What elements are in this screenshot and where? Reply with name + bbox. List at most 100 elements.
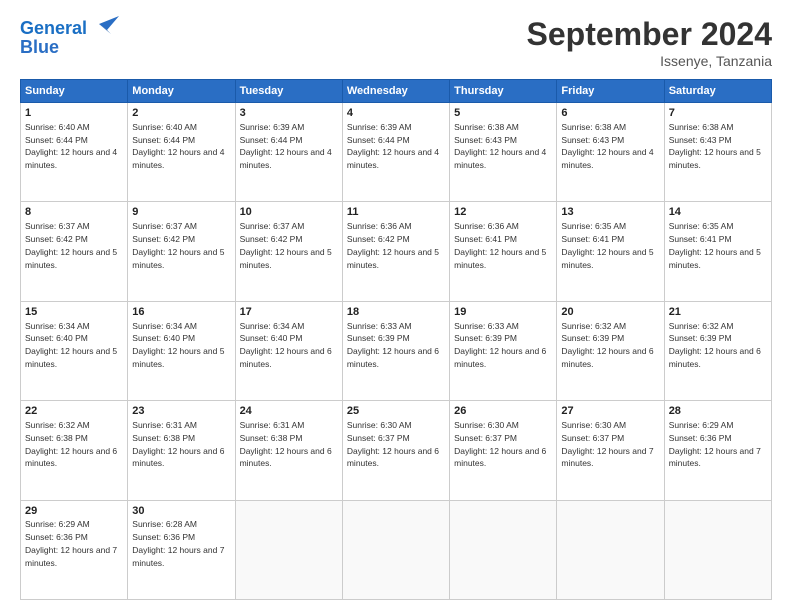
- col-header-friday: Friday: [557, 80, 664, 103]
- week-row-1: 1Sunrise: 6:40 AMSunset: 6:44 PMDaylight…: [21, 103, 772, 202]
- day-number: 19: [454, 305, 552, 320]
- col-header-sunday: Sunday: [21, 80, 128, 103]
- day-info: Sunrise: 6:37 AMSunset: 6:42 PMDaylight:…: [25, 221, 117, 269]
- day-info: Sunrise: 6:38 AMSunset: 6:43 PMDaylight:…: [561, 122, 653, 170]
- month-title: September 2024: [527, 16, 772, 53]
- logo-text: General: [20, 19, 87, 39]
- calendar-cell: 20Sunrise: 6:32 AMSunset: 6:39 PMDayligh…: [557, 301, 664, 400]
- week-row-5: 29Sunrise: 6:29 AMSunset: 6:36 PMDayligh…: [21, 500, 772, 599]
- day-number: 18: [347, 305, 445, 320]
- calendar-cell: 26Sunrise: 6:30 AMSunset: 6:37 PMDayligh…: [450, 401, 557, 500]
- day-number: 23: [132, 404, 230, 419]
- calendar-cell: 3Sunrise: 6:39 AMSunset: 6:44 PMDaylight…: [235, 103, 342, 202]
- calendar-cell: 15Sunrise: 6:34 AMSunset: 6:40 PMDayligh…: [21, 301, 128, 400]
- calendar-cell: 10Sunrise: 6:37 AMSunset: 6:42 PMDayligh…: [235, 202, 342, 301]
- day-info: Sunrise: 6:39 AMSunset: 6:44 PMDaylight:…: [240, 122, 332, 170]
- page: General Blue September 2024 Issenye, Tan…: [0, 0, 792, 612]
- calendar-cell: 9Sunrise: 6:37 AMSunset: 6:42 PMDaylight…: [128, 202, 235, 301]
- day-number: 10: [240, 205, 338, 220]
- calendar-cell: 5Sunrise: 6:38 AMSunset: 6:43 PMDaylight…: [450, 103, 557, 202]
- calendar-cell: 16Sunrise: 6:34 AMSunset: 6:40 PMDayligh…: [128, 301, 235, 400]
- calendar-cell: 28Sunrise: 6:29 AMSunset: 6:36 PMDayligh…: [664, 401, 771, 500]
- calendar-cell: [664, 500, 771, 599]
- location: Issenye, Tanzania: [527, 53, 772, 69]
- calendar-cell: 2Sunrise: 6:40 AMSunset: 6:44 PMDaylight…: [128, 103, 235, 202]
- day-number: 26: [454, 404, 552, 419]
- day-info: Sunrise: 6:38 AMSunset: 6:43 PMDaylight:…: [669, 122, 761, 170]
- day-number: 24: [240, 404, 338, 419]
- calendar-cell: [342, 500, 449, 599]
- logo-bird-icon: [89, 16, 119, 42]
- day-info: Sunrise: 6:40 AMSunset: 6:44 PMDaylight:…: [132, 122, 224, 170]
- calendar-cell: 30Sunrise: 6:28 AMSunset: 6:36 PMDayligh…: [128, 500, 235, 599]
- calendar-cell: 4Sunrise: 6:39 AMSunset: 6:44 PMDaylight…: [342, 103, 449, 202]
- day-number: 4: [347, 106, 445, 121]
- day-info: Sunrise: 6:40 AMSunset: 6:44 PMDaylight:…: [25, 122, 117, 170]
- calendar-cell: 17Sunrise: 6:34 AMSunset: 6:40 PMDayligh…: [235, 301, 342, 400]
- day-info: Sunrise: 6:35 AMSunset: 6:41 PMDaylight:…: [561, 221, 653, 269]
- day-number: 21: [669, 305, 767, 320]
- calendar-cell: 11Sunrise: 6:36 AMSunset: 6:42 PMDayligh…: [342, 202, 449, 301]
- day-info: Sunrise: 6:30 AMSunset: 6:37 PMDaylight:…: [347, 420, 439, 468]
- calendar-cell: [450, 500, 557, 599]
- day-number: 3: [240, 106, 338, 121]
- day-info: Sunrise: 6:30 AMSunset: 6:37 PMDaylight:…: [454, 420, 546, 468]
- calendar-cell: 12Sunrise: 6:36 AMSunset: 6:41 PMDayligh…: [450, 202, 557, 301]
- calendar-cell: 27Sunrise: 6:30 AMSunset: 6:37 PMDayligh…: [557, 401, 664, 500]
- week-row-4: 22Sunrise: 6:32 AMSunset: 6:38 PMDayligh…: [21, 401, 772, 500]
- day-info: Sunrise: 6:36 AMSunset: 6:42 PMDaylight:…: [347, 221, 439, 269]
- day-info: Sunrise: 6:32 AMSunset: 6:39 PMDaylight:…: [561, 321, 653, 369]
- day-info: Sunrise: 6:39 AMSunset: 6:44 PMDaylight:…: [347, 122, 439, 170]
- col-header-thursday: Thursday: [450, 80, 557, 103]
- day-info: Sunrise: 6:34 AMSunset: 6:40 PMDaylight:…: [25, 321, 117, 369]
- day-info: Sunrise: 6:33 AMSunset: 6:39 PMDaylight:…: [347, 321, 439, 369]
- day-number: 7: [669, 106, 767, 121]
- day-number: 5: [454, 106, 552, 121]
- calendar-cell: [557, 500, 664, 599]
- day-info: Sunrise: 6:33 AMSunset: 6:39 PMDaylight:…: [454, 321, 546, 369]
- day-number: 20: [561, 305, 659, 320]
- calendar-cell: 29Sunrise: 6:29 AMSunset: 6:36 PMDayligh…: [21, 500, 128, 599]
- day-number: 9: [132, 205, 230, 220]
- col-header-tuesday: Tuesday: [235, 80, 342, 103]
- day-info: Sunrise: 6:37 AMSunset: 6:42 PMDaylight:…: [240, 221, 332, 269]
- day-info: Sunrise: 6:31 AMSunset: 6:38 PMDaylight:…: [132, 420, 224, 468]
- calendar-table: SundayMondayTuesdayWednesdayThursdayFrid…: [20, 79, 772, 600]
- logo: General Blue: [20, 16, 119, 58]
- col-header-saturday: Saturday: [664, 80, 771, 103]
- calendar-cell: 25Sunrise: 6:30 AMSunset: 6:37 PMDayligh…: [342, 401, 449, 500]
- day-number: 13: [561, 205, 659, 220]
- calendar-cell: 7Sunrise: 6:38 AMSunset: 6:43 PMDaylight…: [664, 103, 771, 202]
- day-info: Sunrise: 6:28 AMSunset: 6:36 PMDaylight:…: [132, 519, 224, 567]
- title-block: September 2024 Issenye, Tanzania: [527, 16, 772, 69]
- day-number: 27: [561, 404, 659, 419]
- header-row: SundayMondayTuesdayWednesdayThursdayFrid…: [21, 80, 772, 103]
- week-row-3: 15Sunrise: 6:34 AMSunset: 6:40 PMDayligh…: [21, 301, 772, 400]
- header: General Blue September 2024 Issenye, Tan…: [20, 16, 772, 69]
- day-info: Sunrise: 6:32 AMSunset: 6:39 PMDaylight:…: [669, 321, 761, 369]
- day-number: 6: [561, 106, 659, 121]
- week-row-2: 8Sunrise: 6:37 AMSunset: 6:42 PMDaylight…: [21, 202, 772, 301]
- day-number: 8: [25, 205, 123, 220]
- calendar-cell: 13Sunrise: 6:35 AMSunset: 6:41 PMDayligh…: [557, 202, 664, 301]
- day-info: Sunrise: 6:36 AMSunset: 6:41 PMDaylight:…: [454, 221, 546, 269]
- day-info: Sunrise: 6:34 AMSunset: 6:40 PMDaylight:…: [132, 321, 224, 369]
- calendar-cell: 22Sunrise: 6:32 AMSunset: 6:38 PMDayligh…: [21, 401, 128, 500]
- day-number: 22: [25, 404, 123, 419]
- calendar-cell: 21Sunrise: 6:32 AMSunset: 6:39 PMDayligh…: [664, 301, 771, 400]
- calendar-cell: 19Sunrise: 6:33 AMSunset: 6:39 PMDayligh…: [450, 301, 557, 400]
- day-info: Sunrise: 6:29 AMSunset: 6:36 PMDaylight:…: [669, 420, 761, 468]
- calendar-cell: 18Sunrise: 6:33 AMSunset: 6:39 PMDayligh…: [342, 301, 449, 400]
- calendar-cell: [235, 500, 342, 599]
- day-number: 2: [132, 106, 230, 121]
- col-header-wednesday: Wednesday: [342, 80, 449, 103]
- col-header-monday: Monday: [128, 80, 235, 103]
- calendar-cell: 23Sunrise: 6:31 AMSunset: 6:38 PMDayligh…: [128, 401, 235, 500]
- day-number: 25: [347, 404, 445, 419]
- day-number: 12: [454, 205, 552, 220]
- logo-blue-text: Blue: [20, 38, 59, 58]
- day-number: 1: [25, 106, 123, 121]
- day-info: Sunrise: 6:34 AMSunset: 6:40 PMDaylight:…: [240, 321, 332, 369]
- calendar-cell: 8Sunrise: 6:37 AMSunset: 6:42 PMDaylight…: [21, 202, 128, 301]
- day-info: Sunrise: 6:35 AMSunset: 6:41 PMDaylight:…: [669, 221, 761, 269]
